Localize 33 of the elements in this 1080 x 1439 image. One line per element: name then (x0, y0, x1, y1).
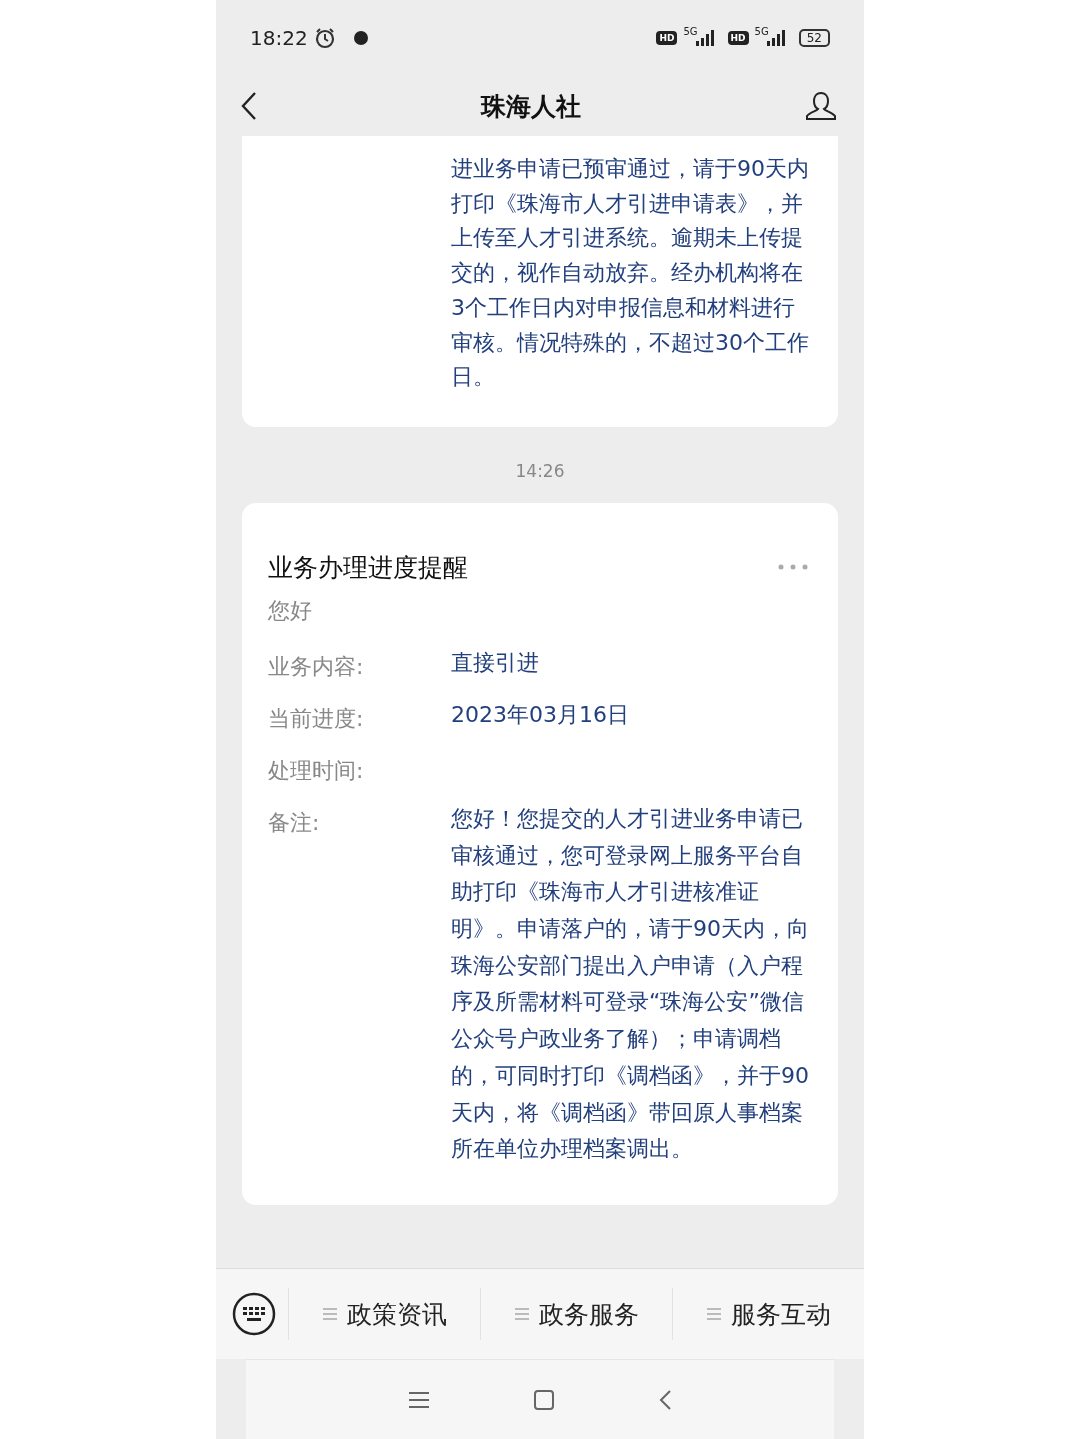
signal-icon (766, 30, 787, 46)
home-icon[interactable] (534, 1389, 554, 1410)
person-icon[interactable] (804, 90, 838, 122)
network-label: 5G (754, 26, 769, 37)
greeting-text: 您好 (268, 596, 313, 625)
notification-dot-icon (353, 31, 368, 45)
remark-text: 进业务申请已预审通过，请于90天内打印《珠海市人才引进申请表》，并上传至人才引进系统。逾期未上传提交的，视作自动放弃。经办机构将在3个工作日内对申报信息和材料进行审核。情况特殊的，不超过30个工作日。 (451, 155, 810, 392)
list-icon (514, 1308, 529, 1320)
field-label: 当前进度: (268, 704, 365, 733)
battery-indicator: 52 (798, 29, 830, 47)
back-icon[interactable] (240, 91, 258, 121)
card-title: 业务办理进度提醒 (268, 551, 468, 584)
field-label: 业务内容: (268, 652, 365, 681)
menu-tab[interactable]: 服务互动 (672, 1288, 864, 1340)
field-value: 2023年03月16日 (451, 700, 629, 727)
alarm-icon (313, 27, 336, 49)
signal-icon (695, 30, 716, 46)
page-title: 珠海人社 (481, 90, 581, 123)
field-label: 处理时间: (268, 756, 365, 785)
keyboard-icon[interactable] (232, 1292, 276, 1336)
field-value: 您好！您提交的人才引进业务申请已审核通过，您可登录网上服务平台自助打印《珠海市人才引进核准证明》。申请落户的，请于90天内，向珠海公安部门提出入户申请（入户程序及所需材料可登录“珠海公安”微信公众号户政业务了解）；申请调档的，可同时打印《调档函》，并于90天内，将《调档函》带回原人事档案所在单位办理档案调出。 (451, 804, 809, 1162)
menu-tab[interactable]: 政策资讯 (288, 1288, 480, 1340)
hd-badge: HD (727, 31, 749, 45)
network-label: 5G (683, 26, 698, 37)
timestamp: 14:26 (514, 459, 566, 483)
menu-tab[interactable]: 政务服务 (480, 1288, 672, 1340)
field-value: 直接引进 (451, 648, 539, 675)
status-time: 18:22 (250, 26, 308, 50)
list-icon (706, 1308, 721, 1320)
menu-icon[interactable] (408, 1390, 429, 1409)
field-label: 备注: (268, 808, 321, 837)
list-icon (322, 1308, 337, 1320)
hd-badge: HD (656, 31, 678, 45)
